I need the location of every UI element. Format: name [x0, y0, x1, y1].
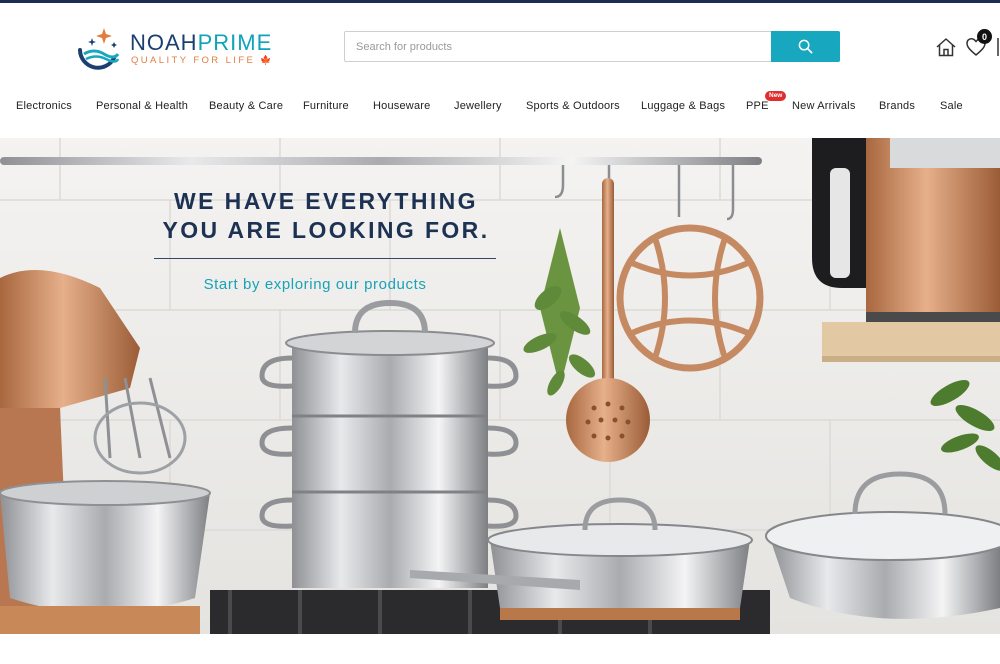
hero-banner[interactable]: WE HAVE EVERYTHING YOU ARE LOOKING FOR. …: [0, 138, 1000, 634]
nav-item-furniture[interactable]: Furniture: [303, 100, 349, 112]
brand-tagline: QUALITY FOR LIFE 🍁: [131, 55, 272, 66]
logo-mark-icon: [78, 28, 120, 70]
nav-item-sports-outdoors[interactable]: Sports & Outdoors: [526, 100, 620, 112]
site-logo[interactable]: NOAHPRIME QUALITY FOR LIFE 🍁: [74, 24, 274, 74]
brand-name: NOAHPRIME: [130, 30, 272, 56]
new-badge: New: [765, 91, 787, 101]
nav-item-sale[interactable]: Sale: [940, 100, 963, 112]
nav-item-new-arrivals[interactable]: New Arrivals: [792, 100, 856, 112]
nav-item-luggage-bags[interactable]: Luggage & Bags: [641, 100, 725, 112]
main-nav: Electronics Personal & Health Beauty & C…: [0, 96, 1000, 118]
hero-title-line-2: YOU ARE LOOKING FOR.: [162, 217, 490, 243]
nav-item-beauty-care[interactable]: Beauty & Care: [209, 100, 283, 112]
wishlist-count-badge: 0: [977, 29, 992, 44]
search-icon: [798, 39, 813, 54]
home-icon[interactable]: [935, 36, 957, 58]
hero-title: WE HAVE EVERYTHING YOU ARE LOOKING FOR.: [146, 187, 506, 245]
hero-subtitle[interactable]: Start by exploring our products: [154, 276, 476, 293]
nav-item-brands[interactable]: Brands: [879, 100, 915, 112]
search-bar: [344, 31, 840, 62]
nav-item-electronics[interactable]: Electronics: [16, 100, 72, 112]
search-button[interactable]: [771, 31, 840, 62]
brand-name-noah: NOAH: [130, 30, 198, 55]
maple-leaf-icon: 🍁: [260, 55, 272, 65]
tagline-text: QUALITY FOR LIFE: [131, 55, 256, 66]
brand-name-prime: PRIME: [197, 30, 273, 55]
nav-item-ppe[interactable]: PPE: [746, 100, 769, 112]
search-input[interactable]: [345, 32, 771, 61]
nav-item-houseware[interactable]: Houseware: [373, 100, 430, 112]
hero-title-line-1: WE HAVE EVERYTHING: [174, 188, 478, 214]
nav-item-jewellery[interactable]: Jewellery: [454, 100, 502, 112]
hero-divider: [154, 258, 496, 259]
nav-item-personal-health[interactable]: Personal & Health: [96, 100, 188, 112]
top-border: [0, 0, 1000, 3]
